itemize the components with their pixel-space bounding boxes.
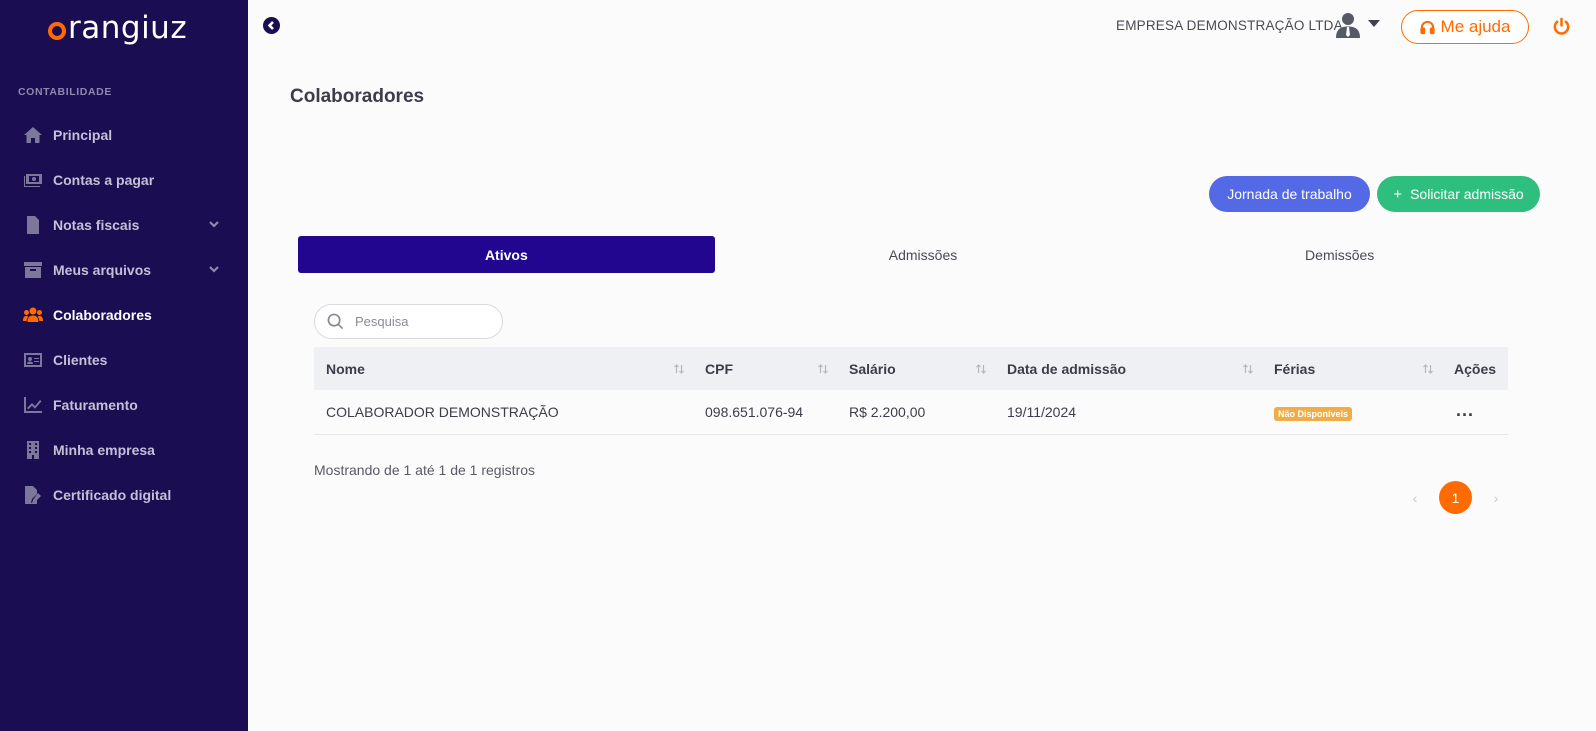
line-chart-icon bbox=[22, 395, 44, 415]
page-title: Colaboradores bbox=[290, 86, 425, 107]
pagination-next-button[interactable]: › bbox=[1482, 481, 1510, 514]
column-header-label: Salário bbox=[849, 360, 896, 377]
cell-ferias: Não Disponíveis bbox=[1262, 390, 1442, 434]
home-icon bbox=[22, 125, 44, 145]
archive-box-icon bbox=[22, 260, 44, 280]
file-signature-icon bbox=[22, 485, 44, 505]
solicitar-admissao-button[interactable]: + Solicitar admissão bbox=[1377, 176, 1540, 212]
column-header-ferias[interactable]: Férias bbox=[1262, 347, 1442, 390]
chevron-down-icon[interactable] bbox=[208, 217, 222, 231]
money-bill-icon bbox=[22, 170, 44, 190]
sidebar-item-minha-empresa[interactable]: Minha empresa bbox=[0, 427, 248, 472]
chevron-left-icon bbox=[267, 21, 274, 30]
plus-icon: + bbox=[1393, 185, 1403, 203]
column-header-label: Férias bbox=[1274, 360, 1316, 377]
cell-cpf: 098.651.076-94 bbox=[705, 404, 804, 420]
sort-icon bbox=[1242, 362, 1254, 374]
sort-icon bbox=[975, 362, 987, 374]
sidebar-item-contas-a-pagar[interactable]: Contas a pagar bbox=[0, 157, 248, 202]
cell-acoes: ... bbox=[1442, 390, 1508, 434]
cell-nome: COLABORADOR DEMONSTRAÇÃO bbox=[326, 404, 559, 420]
column-header-cpf[interactable]: CPF bbox=[693, 347, 837, 390]
logo-text: rangiuz bbox=[68, 10, 188, 46]
sidebar-item-certificado-digital[interactable]: Certificado digital bbox=[0, 472, 248, 517]
sidebar-nav: Principal Contas a pagar Notas fiscais M… bbox=[0, 112, 248, 517]
help-button-label: Me ajuda bbox=[1440, 17, 1511, 36]
column-header-acoes: Ações bbox=[1442, 347, 1508, 390]
column-header-label: Ações bbox=[1454, 360, 1497, 377]
orangiuz-logo[interactable]: rangiuz bbox=[48, 8, 187, 48]
column-header-label: Nome bbox=[326, 360, 365, 377]
sidebar-collapse-button[interactable] bbox=[263, 17, 280, 34]
pagination-prev-button[interactable]: ‹ bbox=[1401, 481, 1429, 514]
table-info: Mostrando de 1 até 1 de 1 registros bbox=[314, 462, 536, 478]
sidebar-section-label: CONTABILIDADE bbox=[18, 86, 112, 98]
power-icon bbox=[1553, 17, 1570, 35]
tab-ativos[interactable]: Ativos bbox=[298, 236, 715, 273]
logout-button[interactable] bbox=[1552, 17, 1571, 36]
company-name: EMPRESA DEMONSTRAÇÃO LTDA bbox=[1116, 18, 1343, 33]
sidebar-item-label: Colaboradores bbox=[53, 306, 152, 323]
sidebar-item-label: Meus arquivos bbox=[53, 261, 152, 278]
sidebar-item-label: Clientes bbox=[53, 351, 108, 368]
user-avatar-icon bbox=[1335, 12, 1361, 43]
chevron-down-icon[interactable] bbox=[208, 262, 222, 276]
caret-down-icon bbox=[1368, 20, 1380, 27]
sidebar-item-label: Minha empresa bbox=[53, 441, 155, 458]
employees-table: Nome CPF Salário Data de admissão Férias… bbox=[314, 347, 1508, 435]
sidebar-item-meus-arquivos[interactable]: Meus arquivos bbox=[0, 247, 248, 292]
search-box bbox=[314, 304, 503, 339]
search-icon bbox=[327, 313, 344, 330]
table-header: Nome CPF Salário Data de admissão Férias… bbox=[314, 347, 1508, 390]
sort-icon bbox=[1422, 362, 1434, 374]
column-header-nome[interactable]: Nome bbox=[314, 347, 693, 390]
sidebar-item-label: Certificado digital bbox=[53, 486, 172, 503]
logo-o-ring bbox=[48, 22, 66, 40]
status-badge: Não Disponíveis bbox=[1274, 407, 1353, 421]
sidebar-item-principal[interactable]: Principal bbox=[0, 112, 248, 157]
users-icon bbox=[22, 305, 44, 325]
cell-salario: R$ 2.200,00 bbox=[849, 404, 926, 420]
tab-admissoes[interactable]: Admissões bbox=[715, 236, 1132, 273]
sort-icon bbox=[817, 362, 829, 374]
sort-icon bbox=[673, 362, 685, 374]
sidebar-item-colaboradores[interactable]: Colaboradores bbox=[0, 292, 248, 337]
headset-icon bbox=[1419, 20, 1435, 34]
jornada-de-trabalho-button[interactable]: Jornada de trabalho bbox=[1209, 176, 1370, 212]
search-input[interactable] bbox=[355, 314, 485, 329]
table-row[interactable]: COLABORADOR DEMONSTRAÇÃO 098.651.076-94 … bbox=[314, 390, 1508, 435]
help-button[interactable]: Me ajuda bbox=[1401, 10, 1529, 44]
sidebar-item-label: Notas fiscais bbox=[53, 216, 140, 233]
row-actions-button[interactable]: ... bbox=[1456, 400, 1474, 421]
column-header-label: CPF bbox=[705, 360, 733, 377]
column-header-label: Data de admissão bbox=[1007, 360, 1127, 377]
id-card-icon bbox=[22, 350, 44, 370]
building-icon bbox=[22, 440, 44, 460]
file-invoice-icon bbox=[22, 215, 44, 235]
pagination: ‹ 1 › bbox=[1401, 481, 1510, 514]
sidebar-item-label: Faturamento bbox=[53, 396, 138, 413]
sidebar: rangiuz CONTABILIDADE Principal Contas a… bbox=[0, 0, 248, 731]
sidebar-item-faturamento[interactable]: Faturamento bbox=[0, 382, 248, 427]
sidebar-item-clientes[interactable]: Clientes bbox=[0, 337, 248, 382]
pagination-page-1[interactable]: 1 bbox=[1439, 481, 1472, 514]
cell-data-admissao: 19/11/2024 bbox=[1007, 404, 1077, 420]
sidebar-item-label: Principal bbox=[53, 126, 113, 143]
column-header-salario[interactable]: Salário bbox=[837, 347, 995, 390]
sidebar-item-label: Contas a pagar bbox=[53, 171, 155, 188]
column-header-data-admissao[interactable]: Data de admissão bbox=[995, 347, 1262, 390]
solicitar-admissao-label: Solicitar admissão bbox=[1410, 186, 1524, 202]
tab-bar: Ativos Admissões Demissões bbox=[298, 236, 1548, 273]
user-menu[interactable] bbox=[1335, 12, 1380, 43]
sidebar-item-notas-fiscais[interactable]: Notas fiscais bbox=[0, 202, 248, 247]
tab-demissoes[interactable]: Demissões bbox=[1131, 236, 1548, 273]
